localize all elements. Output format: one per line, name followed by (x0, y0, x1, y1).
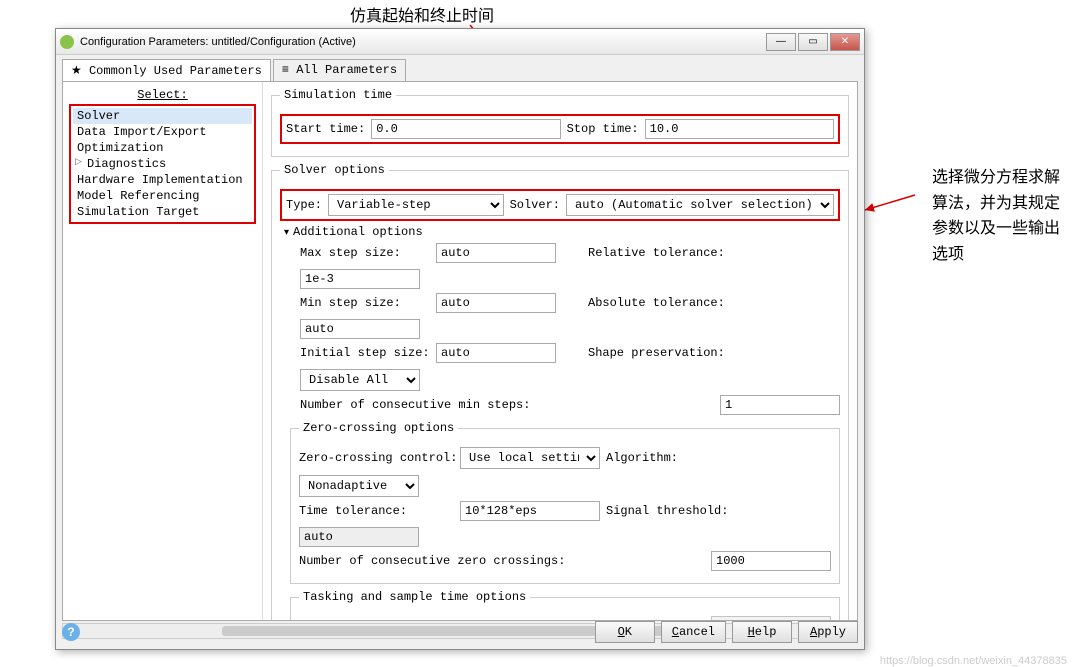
sim-time-row: Start time: Stop time: (280, 114, 840, 144)
close-button[interactable]: ✕ (830, 33, 860, 51)
annotation-right: 选择微分方程求解算法，并为其规定参数以及一些输出选项 (932, 165, 1072, 267)
app-icon (60, 35, 74, 49)
help-button[interactable]: Help (732, 621, 792, 643)
sidebar-item-diagnostics[interactable]: Diagnostics (73, 156, 252, 172)
dialog-window: Configuration Parameters: untitled/Confi… (55, 28, 865, 650)
solver-opts-legend: Solver options (280, 163, 389, 177)
shape-label: Shape preservation: (588, 346, 723, 360)
tasking-mode-select: Auto (711, 616, 831, 620)
additional-options-toggle[interactable]: Additional options (284, 225, 840, 239)
minimize-button[interactable]: — (766, 33, 796, 51)
type-label: Type: (286, 198, 322, 212)
sidebar: Select: Solver Data Import/Export Optimi… (63, 82, 263, 620)
tab-all[interactable]: ≡ All Parameters (273, 59, 406, 81)
zc-sigthr-label: Signal threshold: (606, 504, 726, 518)
sidebar-item-hardware[interactable]: Hardware Implementation (73, 172, 252, 188)
type-select[interactable]: Variable-step (328, 194, 504, 216)
sidebar-header: Select: (69, 88, 256, 102)
cons-min-label: Number of consecutive min steps: (300, 398, 530, 412)
zc-sigthr-input (299, 527, 419, 547)
zero-crossing-group: Zero-crossing options Zero-crossing cont… (290, 421, 840, 584)
simulation-time-group: Simulation time Start time: Stop time: (271, 88, 849, 157)
sim-time-legend: Simulation time (280, 88, 396, 102)
abs-tol-input[interactable] (300, 319, 420, 339)
zc-cons-zero-input[interactable] (711, 551, 831, 571)
tab-bar: ★ Commonly Used Parameters ≡ All Paramet… (56, 55, 864, 81)
zc-control-select[interactable]: Use local settings (460, 447, 600, 469)
sidebar-item-model-ref[interactable]: Model Referencing (73, 188, 252, 204)
max-step-input[interactable] (436, 243, 556, 263)
zero-cross-legend: Zero-crossing options (299, 421, 458, 435)
help-icon[interactable]: ? (62, 623, 80, 641)
main-panel: Simulation time Start time: Stop time: S… (263, 82, 857, 620)
zc-algo-label: Algorithm: (606, 451, 726, 465)
sidebar-item-data-import[interactable]: Data Import/Export (73, 124, 252, 140)
min-step-label: Min step size: (300, 296, 430, 310)
zc-timetol-label: Time tolerance: (299, 504, 454, 518)
tasking-group: Tasking and sample time options Tasking … (290, 590, 840, 620)
annotation-top: 仿真起始和终止时间 (350, 2, 494, 26)
shape-select[interactable]: Disable All (300, 369, 420, 391)
solver-label: Solver: (510, 198, 560, 212)
zc-algo-select[interactable]: Nonadaptive (299, 475, 419, 497)
sidebar-item-optimization[interactable]: Optimization (73, 140, 252, 156)
zc-timetol-input[interactable] (460, 501, 600, 521)
max-step-label: Max step size: (300, 246, 430, 260)
tasking-legend: Tasking and sample time options (299, 590, 530, 604)
apply-button[interactable]: Apply (798, 621, 858, 643)
stop-time-input[interactable] (645, 119, 834, 139)
maximize-button[interactable]: ▭ (798, 33, 828, 51)
window-title: Configuration Parameters: untitled/Confi… (80, 36, 356, 48)
abs-tol-label: Absolute tolerance: (588, 296, 723, 310)
min-step-input[interactable] (436, 293, 556, 313)
tab-common[interactable]: ★ Commonly Used Parameters (62, 59, 271, 81)
sidebar-item-sim-target[interactable]: Simulation Target (73, 204, 252, 220)
watermark: https://blog.csdn.net/weixin_44378835 (880, 655, 1067, 667)
zc-control-label: Zero-crossing control: (299, 451, 454, 465)
solver-type-row: Type: Variable-step Solver: auto (Automa… (280, 189, 840, 221)
sidebar-list: Solver Data Import/Export Optimization D… (69, 104, 256, 224)
rel-tol-input[interactable] (300, 269, 420, 289)
init-step-input[interactable] (436, 343, 556, 363)
start-time-input[interactable] (371, 119, 560, 139)
start-time-label: Start time: (286, 122, 365, 136)
ok-button[interactable]: OK (595, 621, 655, 643)
sidebar-item-solver[interactable]: Solver (73, 108, 252, 124)
zc-cons-zero-label: Number of consecutive zero crossings: (299, 554, 565, 568)
stop-time-label: Stop time: (567, 122, 639, 136)
footer: ? OK Cancel Help Apply (62, 621, 858, 643)
cancel-button[interactable]: Cancel (661, 621, 726, 643)
rel-tol-label: Relative tolerance: (588, 246, 723, 260)
solver-options-group: Solver options Type: Variable-step Solve… (271, 163, 849, 620)
cons-min-input[interactable] (720, 395, 840, 415)
solver-select[interactable]: auto (Automatic solver selection) (566, 194, 834, 216)
titlebar: Configuration Parameters: untitled/Confi… (56, 29, 864, 55)
init-step-label: Initial step size: (300, 346, 430, 360)
